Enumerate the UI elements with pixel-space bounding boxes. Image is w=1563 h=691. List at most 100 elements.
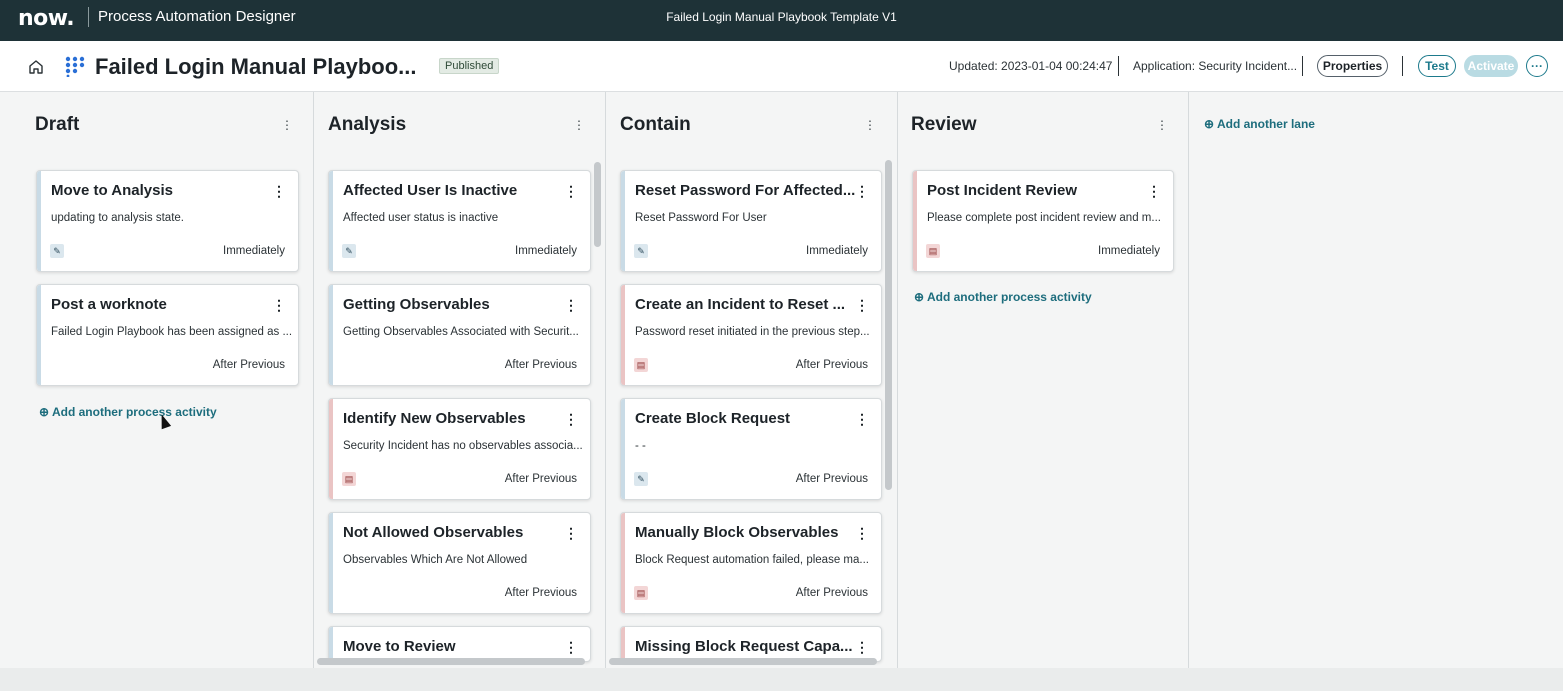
card-title: Not Allowed Observables	[343, 524, 524, 541]
card-timing: Immediately	[806, 245, 868, 257]
lane-menu-icon[interactable]: ⋮	[281, 118, 293, 132]
card-description: Please complete post incident review and…	[927, 212, 1161, 224]
card-menu-icon[interactable]: ⋮	[855, 297, 869, 314]
card-menu-icon[interactable]: ⋮	[855, 183, 869, 200]
card-title: Create Block Request	[635, 410, 791, 427]
task-icon: ▤	[342, 472, 356, 486]
plus-circle-icon: ⊕	[914, 290, 925, 304]
lane-analysis: Analysis ⋮ Affected User Is Inactive ⋮ A…	[314, 92, 605, 668]
add-lane-label: Add another lane	[1216, 117, 1315, 131]
updated-timestamp: Updated: 2023-01-04 00:24:47	[949, 59, 1113, 73]
add-activity-label: Add another process activity	[926, 290, 1092, 304]
lane-contain: Contain ⋮ Reset Password For Affected...…	[606, 92, 897, 668]
playbook-icon	[65, 56, 85, 77]
activity-card[interactable]: Reset Password For Affected... ⋮ Reset P…	[620, 170, 882, 272]
edit-icon: ✎	[342, 244, 356, 258]
card-menu-icon[interactable]: ⋮	[564, 183, 578, 200]
card-menu-icon[interactable]: ⋮	[272, 297, 286, 314]
activity-card[interactable]: Manually Block Observables ⋮ Block Reque…	[620, 512, 882, 614]
card-accent	[621, 171, 625, 271]
card-description: Block Request automation failed, please …	[635, 554, 869, 566]
card-title: Post a worknote	[51, 296, 167, 313]
card-accent	[621, 399, 625, 499]
card-timing: After Previous	[795, 473, 868, 485]
task-icon: ▤	[634, 586, 648, 600]
card-menu-icon[interactable]: ⋮	[272, 183, 286, 200]
card-accent	[913, 171, 917, 271]
card-timing: Immediately	[223, 245, 285, 257]
card-description: Affected user status is inactive	[343, 212, 499, 224]
activity-card[interactable]: Not Allowed Observables ⋮ Observables Wh…	[328, 512, 591, 614]
card-menu-icon[interactable]: ⋮	[1147, 183, 1161, 200]
card-accent	[329, 285, 333, 385]
card-timing: Immediately	[1098, 245, 1160, 257]
card-menu-icon[interactable]: ⋮	[564, 639, 578, 656]
header-divider	[1302, 56, 1303, 76]
card-menu-icon[interactable]: ⋮	[564, 297, 578, 314]
card-description: - -	[635, 440, 646, 452]
add-lane-link[interactable]: ⊕ Add another lane	[1204, 117, 1315, 131]
card-description: Reset Password For User	[635, 212, 767, 224]
activity-card[interactable]: Post a worknote ⋮ Failed Login Playbook …	[36, 284, 299, 386]
status-badge: Published	[439, 58, 500, 74]
lane-vertical-scrollbar[interactable]	[885, 160, 892, 490]
activity-card[interactable]: Move to Analysis ⋮ updating to analysis …	[36, 170, 299, 272]
card-menu-icon[interactable]: ⋮	[855, 525, 869, 542]
card-accent	[621, 285, 625, 385]
activity-card[interactable]: Affected User Is Inactive ⋮ Affected use…	[328, 170, 591, 272]
card-menu-icon[interactable]: ⋮	[564, 525, 578, 542]
plus-circle-icon: ⊕	[1204, 117, 1215, 131]
card-title: Identify New Observables	[343, 410, 526, 427]
activity-card[interactable]: Create Block Request ⋮ - - ✎ After Previ…	[620, 398, 882, 500]
edit-icon: ✎	[50, 244, 64, 258]
activity-card[interactable]: Missing Block Request Capa... ⋮	[620, 626, 882, 662]
card-description: Password reset initiated in the previous…	[635, 326, 870, 338]
lane-review: Review ⋮ Post Incident Review ⋮ Please c…	[898, 92, 1188, 668]
add-activity-link[interactable]: ⊕ Add another process activity	[914, 290, 1092, 304]
application-label: Application: Security Incident...	[1133, 59, 1298, 73]
task-icon: ▤	[634, 358, 648, 372]
edit-icon: ✎	[634, 472, 648, 486]
card-accent	[621, 627, 625, 661]
lane-vertical-scrollbar[interactable]	[594, 162, 601, 247]
card-timing: After Previous	[504, 473, 577, 485]
test-button[interactable]: Test	[1418, 55, 1456, 77]
lane-title: Draft	[35, 114, 80, 135]
lane-title: Contain	[620, 114, 691, 135]
card-menu-icon[interactable]: ⋮	[564, 411, 578, 428]
top-bar: now. Process Automation Designer Failed …	[0, 0, 1563, 41]
lane-title: Review	[911, 114, 977, 135]
add-activity-link[interactable]: ⊕ Add another process activity	[39, 405, 217, 419]
card-accent	[37, 171, 41, 271]
card-menu-icon[interactable]: ⋮	[855, 639, 869, 656]
canvas-bottom	[0, 668, 1563, 691]
activity-card[interactable]: Getting Observables ⋮ Getting Observable…	[328, 284, 591, 386]
card-timing: After Previous	[504, 587, 577, 599]
lane-divider	[1188, 92, 1189, 668]
more-options-button[interactable]: ···	[1526, 55, 1548, 77]
activity-card[interactable]: Post Incident Review ⋮ Please complete p…	[912, 170, 1174, 272]
lane-menu-icon[interactable]: ⋮	[573, 118, 585, 132]
home-icon[interactable]	[27, 58, 45, 76]
card-menu-icon[interactable]: ⋮	[855, 411, 869, 428]
activity-card[interactable]: Create an Incident to Reset ... ⋮ Passwo…	[620, 284, 882, 386]
lane-horizontal-scrollbar[interactable]	[609, 658, 877, 665]
card-description: updating to analysis state.	[51, 212, 184, 224]
card-accent	[329, 513, 333, 613]
properties-button[interactable]: Properties	[1317, 55, 1388, 77]
activity-card[interactable]: Move to Review ⋮	[328, 626, 591, 662]
activity-card[interactable]: Identify New Observables ⋮ Security Inci…	[328, 398, 591, 500]
plus-circle-icon: ⊕	[39, 405, 50, 419]
card-accent	[621, 513, 625, 613]
page-header: Failed Login Manual Playboo... Published…	[0, 41, 1563, 92]
lane-menu-icon[interactable]: ⋮	[864, 118, 876, 132]
card-title: Reset Password For Affected...	[635, 182, 856, 199]
lane-menu-icon[interactable]: ⋮	[1156, 118, 1168, 132]
lane-horizontal-scrollbar[interactable]	[317, 658, 585, 665]
card-timing: Immediately	[515, 245, 577, 257]
page-title: Failed Login Manual Playboo...	[95, 54, 417, 79]
task-icon: ▤	[926, 244, 940, 258]
edit-icon: ✎	[634, 244, 648, 258]
activate-button[interactable]: Activate	[1464, 55, 1518, 77]
card-title: Move to Review	[343, 638, 456, 655]
